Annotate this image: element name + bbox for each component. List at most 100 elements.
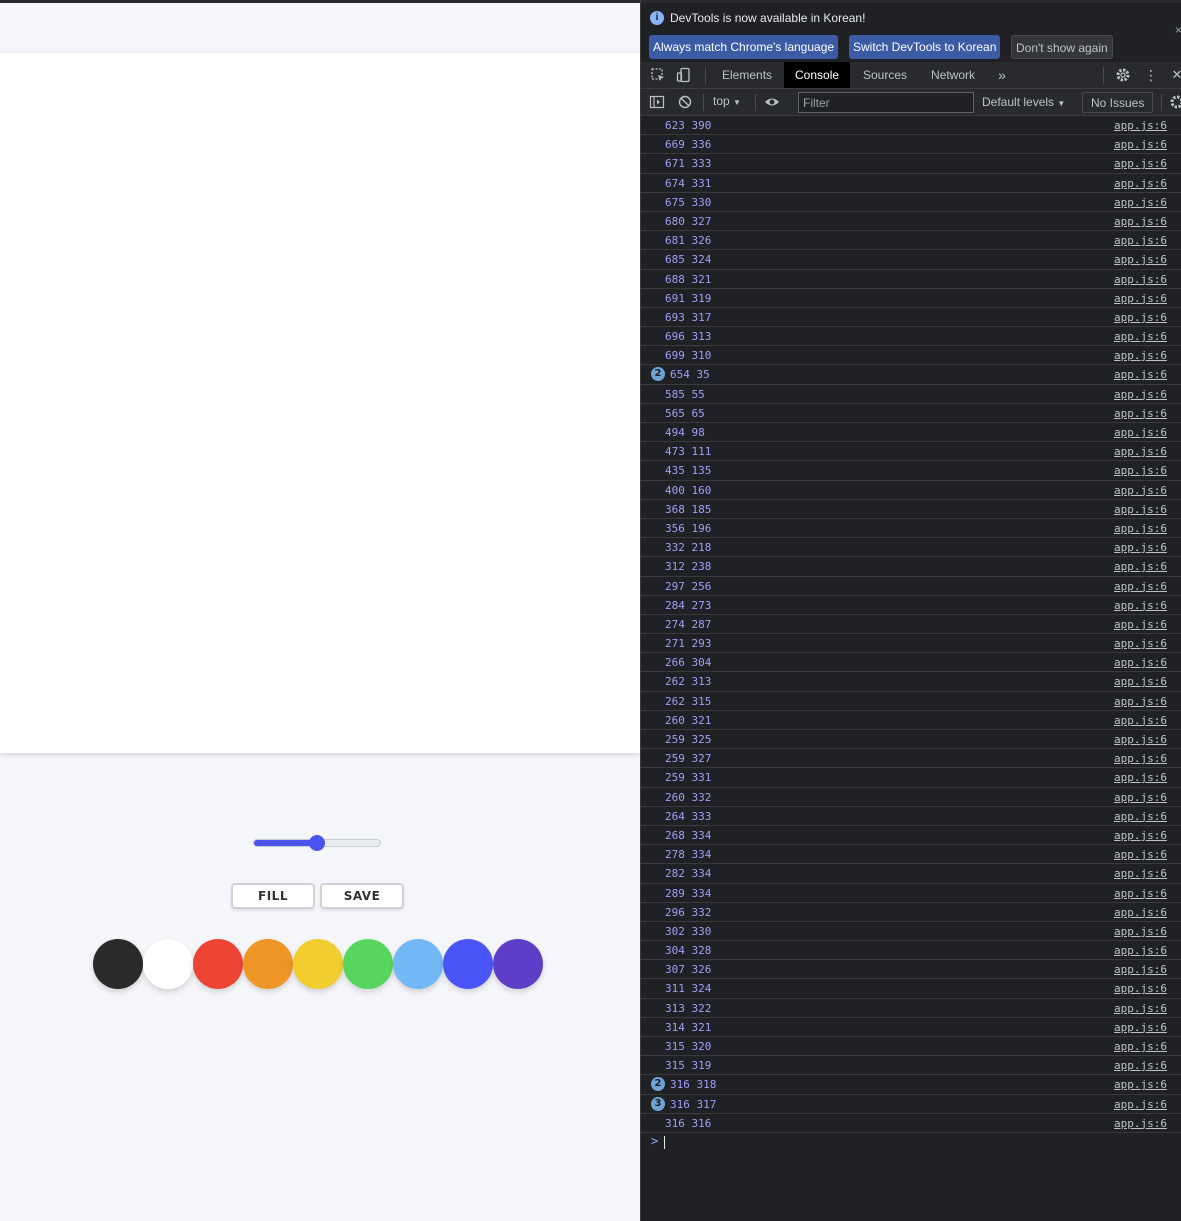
log-source-link[interactable]: app.js:6 [1114, 1018, 1167, 1037]
log-message: 259 331 [665, 771, 712, 785]
log-source-link[interactable]: app.js:6 [1114, 1114, 1167, 1133]
console-log-row: 274 287 app.js:6 [641, 615, 1181, 635]
color-swatch[interactable] [493, 939, 543, 989]
console-log-row: 2 316 318 app.js:6 [641, 1075, 1181, 1095]
log-source-link[interactable]: app.js:6 [1114, 519, 1167, 538]
log-source-link[interactable]: app.js:6 [1114, 864, 1167, 883]
log-source-link[interactable]: app.js:6 [1114, 1037, 1167, 1056]
color-swatch[interactable] [293, 939, 343, 989]
log-source-link[interactable]: app.js:6 [1114, 308, 1167, 327]
log-source-link[interactable]: app.js:6 [1114, 884, 1167, 903]
color-swatch[interactable] [393, 939, 443, 989]
log-source-link[interactable]: app.js:6 [1114, 365, 1167, 384]
slider-thumb[interactable] [309, 835, 325, 851]
log-source-link[interactable]: app.js:6 [1114, 1095, 1167, 1114]
tab-console[interactable]: Console [784, 62, 851, 88]
log-source-link[interactable]: app.js:6 [1114, 730, 1167, 749]
log-source-link[interactable]: app.js:6 [1114, 500, 1167, 519]
color-swatch[interactable] [143, 939, 193, 989]
log-source-link[interactable]: app.js:6 [1114, 289, 1167, 308]
sidebar-toggle-icon[interactable] [649, 94, 665, 110]
log-source-link[interactable]: app.js:6 [1114, 960, 1167, 979]
context-label: top [713, 94, 730, 108]
log-source-link[interactable]: app.js:6 [1114, 577, 1167, 596]
infobar-message: DevTools is now available in Korean! [670, 11, 866, 25]
log-source-link[interactable]: app.js:6 [1114, 1075, 1167, 1094]
tab-sources[interactable]: Sources [852, 62, 918, 88]
log-source-link[interactable]: app.js:6 [1114, 193, 1167, 212]
log-source-link[interactable]: app.js:6 [1114, 231, 1167, 250]
save-button[interactable]: SAVE [320, 883, 404, 909]
switch-to-korean-button[interactable]: Switch DevTools to Korean [849, 35, 1001, 59]
log-source-link[interactable]: app.js:6 [1114, 135, 1167, 154]
log-source-link[interactable]: app.js:6 [1114, 941, 1167, 960]
log-source-link[interactable]: app.js:6 [1114, 999, 1167, 1018]
console-settings-gear-icon[interactable] [1169, 94, 1181, 110]
inspect-element-icon[interactable] [650, 67, 666, 83]
color-swatch[interactable] [343, 939, 393, 989]
log-source-link[interactable]: app.js:6 [1114, 538, 1167, 557]
log-source-link[interactable]: app.js:6 [1114, 154, 1167, 173]
log-source-link[interactable]: app.js:6 [1114, 404, 1167, 423]
dont-show-again-button[interactable]: Don't show again [1011, 35, 1113, 59]
context-selector[interactable]: top ▼ [713, 94, 741, 108]
color-swatch[interactable] [193, 939, 243, 989]
log-source-link[interactable]: app.js:6 [1114, 481, 1167, 500]
always-match-language-button[interactable]: Always match Chrome's language [649, 35, 839, 59]
log-levels-dropdown[interactable]: Default levels ▼ [982, 95, 1065, 109]
console-log-row: 259 325 app.js:6 [641, 730, 1181, 750]
gear-icon[interactable] [1115, 67, 1131, 83]
log-source-link[interactable]: app.js:6 [1114, 692, 1167, 711]
log-source-link[interactable]: app.js:6 [1114, 385, 1167, 404]
more-tabs-chevron-icon[interactable]: » [994, 67, 1010, 83]
log-source-link[interactable]: app.js:6 [1114, 442, 1167, 461]
drawing-canvas[interactable] [0, 52, 640, 753]
log-source-link[interactable]: app.js:6 [1114, 174, 1167, 193]
log-source-link[interactable]: app.js:6 [1114, 807, 1167, 826]
color-swatch[interactable] [93, 939, 143, 989]
log-source-link[interactable]: app.js:6 [1114, 922, 1167, 941]
log-source-link[interactable]: app.js:6 [1114, 826, 1167, 845]
log-source-link[interactable]: app.js:6 [1114, 346, 1167, 365]
log-source-link[interactable]: app.js:6 [1114, 557, 1167, 576]
log-source-link[interactable]: app.js:6 [1114, 979, 1167, 998]
log-source-link[interactable]: app.js:6 [1114, 672, 1167, 691]
console-filter-input[interactable] [798, 92, 974, 113]
log-source-link[interactable]: app.js:6 [1114, 250, 1167, 269]
log-source-link[interactable]: app.js:6 [1114, 788, 1167, 807]
log-source-link[interactable]: app.js:6 [1114, 711, 1167, 730]
log-source-link[interactable]: app.js:6 [1114, 903, 1167, 922]
issues-counter[interactable]: No Issues [1082, 92, 1154, 113]
log-source-link[interactable]: app.js:6 [1114, 461, 1167, 480]
log-source-link[interactable]: app.js:6 [1114, 116, 1167, 135]
log-source-link[interactable]: app.js:6 [1114, 596, 1167, 615]
close-devtools-icon[interactable]: ✕ [1169, 67, 1181, 83]
color-swatch[interactable] [243, 939, 293, 989]
tab-network[interactable]: Network [920, 62, 986, 88]
clear-console-icon[interactable] [677, 94, 693, 110]
device-toolbar-icon[interactable] [676, 67, 692, 83]
close-icon[interactable]: × [1175, 23, 1181, 37]
log-source-link[interactable]: app.js:6 [1114, 270, 1167, 289]
log-message: 315 320 [665, 1040, 712, 1053]
log-source-link[interactable]: app.js:6 [1114, 653, 1167, 672]
console-input-caret[interactable] [664, 1136, 665, 1149]
color-swatch[interactable] [443, 939, 493, 989]
log-source-link[interactable]: app.js:6 [1114, 327, 1167, 346]
brush-size-slider[interactable] [253, 834, 381, 852]
console-log-row: 671 333 app.js:6 [641, 154, 1181, 174]
console-log-row: 304 328 app.js:6 [641, 941, 1181, 961]
log-source-link[interactable]: app.js:6 [1114, 1056, 1167, 1075]
log-source-link[interactable]: app.js:6 [1114, 749, 1167, 768]
log-source-link[interactable]: app.js:6 [1114, 423, 1167, 442]
log-source-link[interactable]: app.js:6 [1114, 768, 1167, 787]
eye-icon[interactable] [764, 94, 780, 110]
tab-elements[interactable]: Elements [711, 62, 783, 88]
log-message: 259 325 [665, 733, 712, 746]
fill-button[interactable]: FILL [231, 883, 315, 909]
log-source-link[interactable]: app.js:6 [1114, 845, 1167, 864]
kebab-menu-icon[interactable]: ⋮ [1143, 67, 1159, 83]
log-source-link[interactable]: app.js:6 [1114, 615, 1167, 634]
log-source-link[interactable]: app.js:6 [1114, 212, 1167, 231]
log-source-link[interactable]: app.js:6 [1114, 634, 1167, 653]
